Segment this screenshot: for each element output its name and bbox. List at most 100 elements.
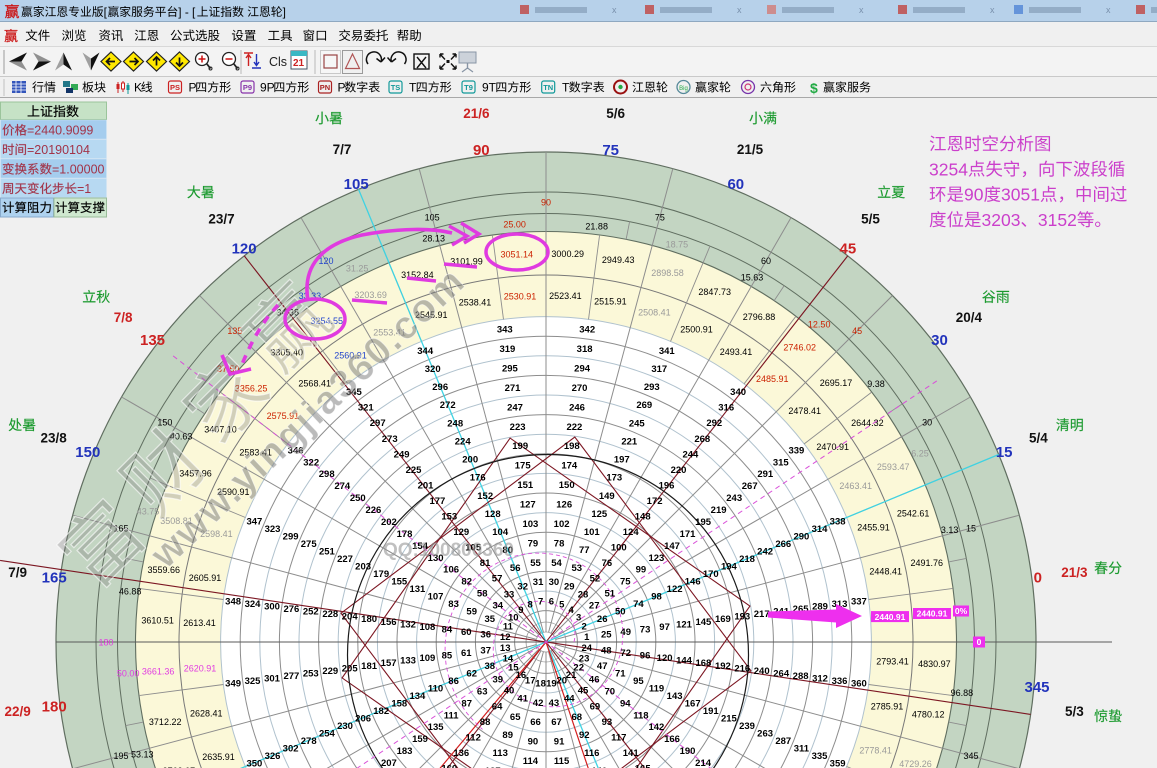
- svg-text:12.50: 12.50: [808, 320, 831, 330]
- svg-text:264: 264: [773, 669, 790, 680]
- svg-text:11: 11: [503, 622, 514, 633]
- svg-text:108: 108: [419, 622, 435, 633]
- svg-text:315: 315: [773, 457, 790, 468]
- svg-text:35: 35: [485, 614, 496, 625]
- svg-text:145: 145: [695, 617, 712, 628]
- svg-text:149: 149: [599, 491, 615, 502]
- svg-text:23/8: 23/8: [40, 431, 67, 446]
- svg-text:174: 174: [561, 461, 578, 472]
- svg-text:2778.41: 2778.41: [859, 746, 892, 756]
- svg-text:150: 150: [75, 444, 100, 461]
- svg-text:123: 123: [648, 553, 664, 564]
- svg-text:60: 60: [761, 256, 771, 266]
- svg-text:2440.91: 2440.91: [917, 609, 948, 619]
- svg-text:348: 348: [225, 596, 241, 607]
- svg-text:202: 202: [381, 517, 397, 528]
- svg-text:7/9: 7/9: [8, 565, 27, 580]
- svg-text:x: x: [737, 5, 742, 15]
- svg-text:168: 168: [695, 658, 711, 669]
- svg-text:18.75: 18.75: [666, 239, 689, 249]
- svg-text:201: 201: [418, 480, 435, 491]
- svg-text:172: 172: [647, 496, 663, 507]
- svg-text:5/5: 5/5: [861, 212, 880, 227]
- svg-text:204: 204: [342, 612, 359, 623]
- svg-text:4: 4: [568, 605, 574, 616]
- svg-text:254: 254: [319, 728, 336, 739]
- svg-text:28.13: 28.13: [422, 234, 445, 244]
- svg-text:3610.51: 3610.51: [141, 616, 174, 626]
- svg-text:220: 220: [671, 465, 687, 476]
- svg-text:359: 359: [830, 758, 846, 768]
- svg-text:9: 9: [518, 605, 523, 616]
- svg-text:79: 79: [528, 538, 539, 549]
- svg-text:274: 274: [334, 481, 351, 492]
- svg-text:2605.91: 2605.91: [189, 573, 222, 583]
- svg-text:299: 299: [283, 532, 299, 543]
- svg-text:131: 131: [409, 584, 426, 595]
- svg-text:300: 300: [264, 601, 280, 612]
- svg-text:288: 288: [793, 671, 809, 682]
- svg-text:2796.88: 2796.88: [743, 312, 776, 322]
- svg-text:5/3: 5/3: [1065, 704, 1084, 719]
- svg-text:119: 119: [649, 683, 664, 694]
- svg-text:115: 115: [554, 756, 570, 767]
- svg-text:271: 271: [505, 383, 522, 394]
- svg-text:194: 194: [721, 562, 738, 573]
- svg-text:45: 45: [840, 241, 857, 258]
- svg-text:341: 341: [659, 346, 676, 357]
- svg-text:2523.41: 2523.41: [549, 291, 582, 301]
- svg-text:152: 152: [477, 491, 493, 502]
- svg-text:229: 229: [322, 666, 338, 677]
- svg-text:21: 21: [293, 58, 305, 69]
- svg-text:31.25: 31.25: [346, 263, 369, 273]
- svg-text:132: 132: [400, 619, 416, 630]
- svg-text:17: 17: [525, 676, 536, 687]
- svg-text:317: 317: [651, 364, 667, 375]
- svg-text:324: 324: [245, 599, 262, 610]
- svg-text:30: 30: [922, 417, 932, 427]
- svg-text:121: 121: [676, 619, 693, 630]
- svg-text:71: 71: [615, 668, 626, 679]
- svg-text:269: 269: [636, 400, 652, 411]
- svg-text:214: 214: [695, 758, 712, 768]
- svg-text:2485.91: 2485.91: [756, 374, 789, 384]
- svg-text:87: 87: [461, 698, 472, 709]
- svg-text:339: 339: [788, 445, 804, 456]
- svg-text:5: 5: [559, 599, 565, 610]
- svg-text:105: 105: [344, 176, 369, 193]
- svg-text:T: T: [409, 81, 417, 95]
- svg-text:2491.76: 2491.76: [911, 558, 944, 568]
- svg-text:180: 180: [42, 699, 67, 716]
- svg-text:360: 360: [851, 679, 867, 690]
- svg-text:64: 64: [492, 701, 503, 712]
- svg-text:95: 95: [633, 676, 644, 687]
- svg-text:142: 142: [648, 722, 664, 733]
- svg-text:251: 251: [319, 547, 336, 558]
- svg-text:129: 129: [453, 527, 469, 538]
- svg-text:345: 345: [963, 751, 978, 761]
- svg-text:181: 181: [361, 661, 378, 672]
- svg-text:215: 215: [721, 713, 738, 724]
- svg-text:120: 120: [318, 256, 333, 266]
- svg-text:104: 104: [492, 527, 509, 538]
- svg-text:2746.02: 2746.02: [783, 342, 816, 352]
- svg-text:153: 153: [441, 512, 457, 523]
- svg-text:89: 89: [502, 730, 513, 741]
- svg-text:165: 165: [635, 764, 652, 768]
- svg-text:36: 36: [480, 630, 491, 641]
- svg-text:263: 263: [757, 728, 773, 739]
- svg-text:67: 67: [551, 717, 562, 728]
- svg-text:90: 90: [541, 197, 551, 207]
- svg-text:253: 253: [303, 669, 319, 680]
- svg-text:P: P: [189, 81, 197, 95]
- svg-text:141: 141: [623, 748, 640, 759]
- svg-text:47: 47: [597, 661, 608, 672]
- svg-text:291: 291: [757, 469, 774, 480]
- svg-text:249: 249: [394, 449, 410, 460]
- svg-text:114: 114: [523, 756, 539, 767]
- svg-text:118: 118: [633, 710, 648, 721]
- svg-text:347: 347: [246, 517, 262, 528]
- svg-text:96: 96: [640, 651, 651, 662]
- svg-text:96.88: 96.88: [951, 688, 974, 698]
- svg-text:76: 76: [602, 558, 613, 569]
